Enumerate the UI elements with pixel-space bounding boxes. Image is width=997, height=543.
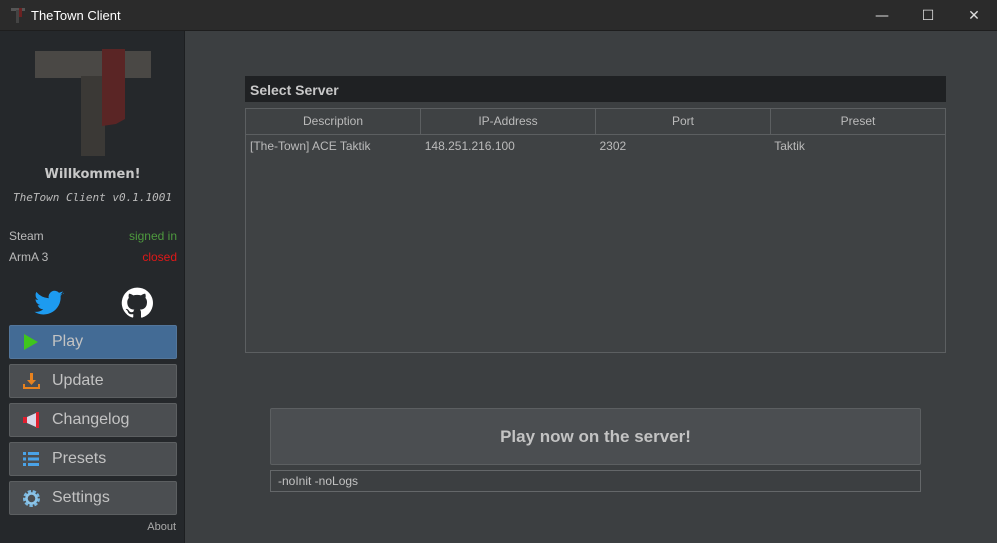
nav-label: Play [52, 333, 84, 350]
app-logo-icon [11, 8, 25, 23]
status-label: Steam [9, 229, 44, 243]
status-arma3: ArmA 3 closed [9, 250, 177, 264]
nav-label: Settings [52, 489, 110, 506]
welcome-text: Willkommen! [44, 167, 141, 182]
download-icon [10, 373, 52, 389]
nav-label: Update [52, 372, 104, 389]
nav-presets-button[interactable]: Presets [9, 442, 177, 476]
column-header-preset[interactable]: Preset [771, 109, 945, 134]
maximize-icon: ☐ [921, 7, 935, 24]
play-icon [10, 334, 52, 350]
status-label: ArmA 3 [9, 250, 49, 264]
nav-update-button[interactable]: Update [9, 364, 177, 398]
nav-changelog-button[interactable]: Changelog [9, 403, 177, 437]
gear-icon [10, 489, 52, 507]
table-header: Description IP-Address Port Preset [246, 109, 945, 135]
panel-title: Select Server [245, 76, 946, 102]
nav-settings-button[interactable]: Settings [9, 481, 177, 515]
cell-ip: 148.251.216.100 [424, 139, 515, 153]
cell-description: [The-Town] ACE Taktik [250, 139, 371, 153]
github-icon[interactable] [121, 287, 153, 319]
status-steam: Steam signed in [9, 229, 177, 243]
status-value: signed in [128, 229, 177, 243]
column-header-port[interactable]: Port [596, 109, 771, 134]
nav-label: Changelog [52, 411, 130, 428]
window-title: TheTown Client [31, 8, 121, 23]
server-table: Description IP-Address Port Preset [The-… [245, 108, 946, 353]
close-icon: ✕ [968, 7, 980, 24]
column-header-description[interactable]: Description [246, 109, 421, 134]
sidebar: Willkommen! TheTown Client v0.1.1001 Ste… [0, 31, 185, 543]
status-value: closed [142, 250, 177, 264]
nav-label: Presets [52, 450, 107, 467]
twitter-icon[interactable] [33, 287, 65, 319]
table-row[interactable]: [The-Town] ACE Taktik 148.251.216.100 23… [246, 135, 945, 157]
about-link[interactable]: About [147, 521, 176, 533]
minimize-button[interactable]: — [859, 0, 905, 31]
minimize-icon: — [875, 7, 889, 24]
version-text: TheTown Client v0.1.1001 [13, 191, 172, 204]
play-now-button[interactable]: Play now on the server! [270, 408, 921, 465]
nav-play-button[interactable]: Play [9, 325, 177, 359]
cell-preset: Taktik [774, 139, 805, 153]
launch-args-input[interactable]: -noInit -noLogs [270, 470, 921, 492]
close-button[interactable]: ✕ [951, 0, 997, 31]
thetown-logo [35, 49, 151, 156]
maximize-button[interactable]: ☐ [905, 0, 951, 31]
list-icon [10, 452, 52, 466]
title-bar: TheTown Client — ☐ ✕ [0, 0, 997, 31]
megaphone-icon [10, 412, 52, 428]
cell-port: 2302 [599, 139, 627, 153]
column-header-ip[interactable]: IP-Address [421, 109, 596, 134]
